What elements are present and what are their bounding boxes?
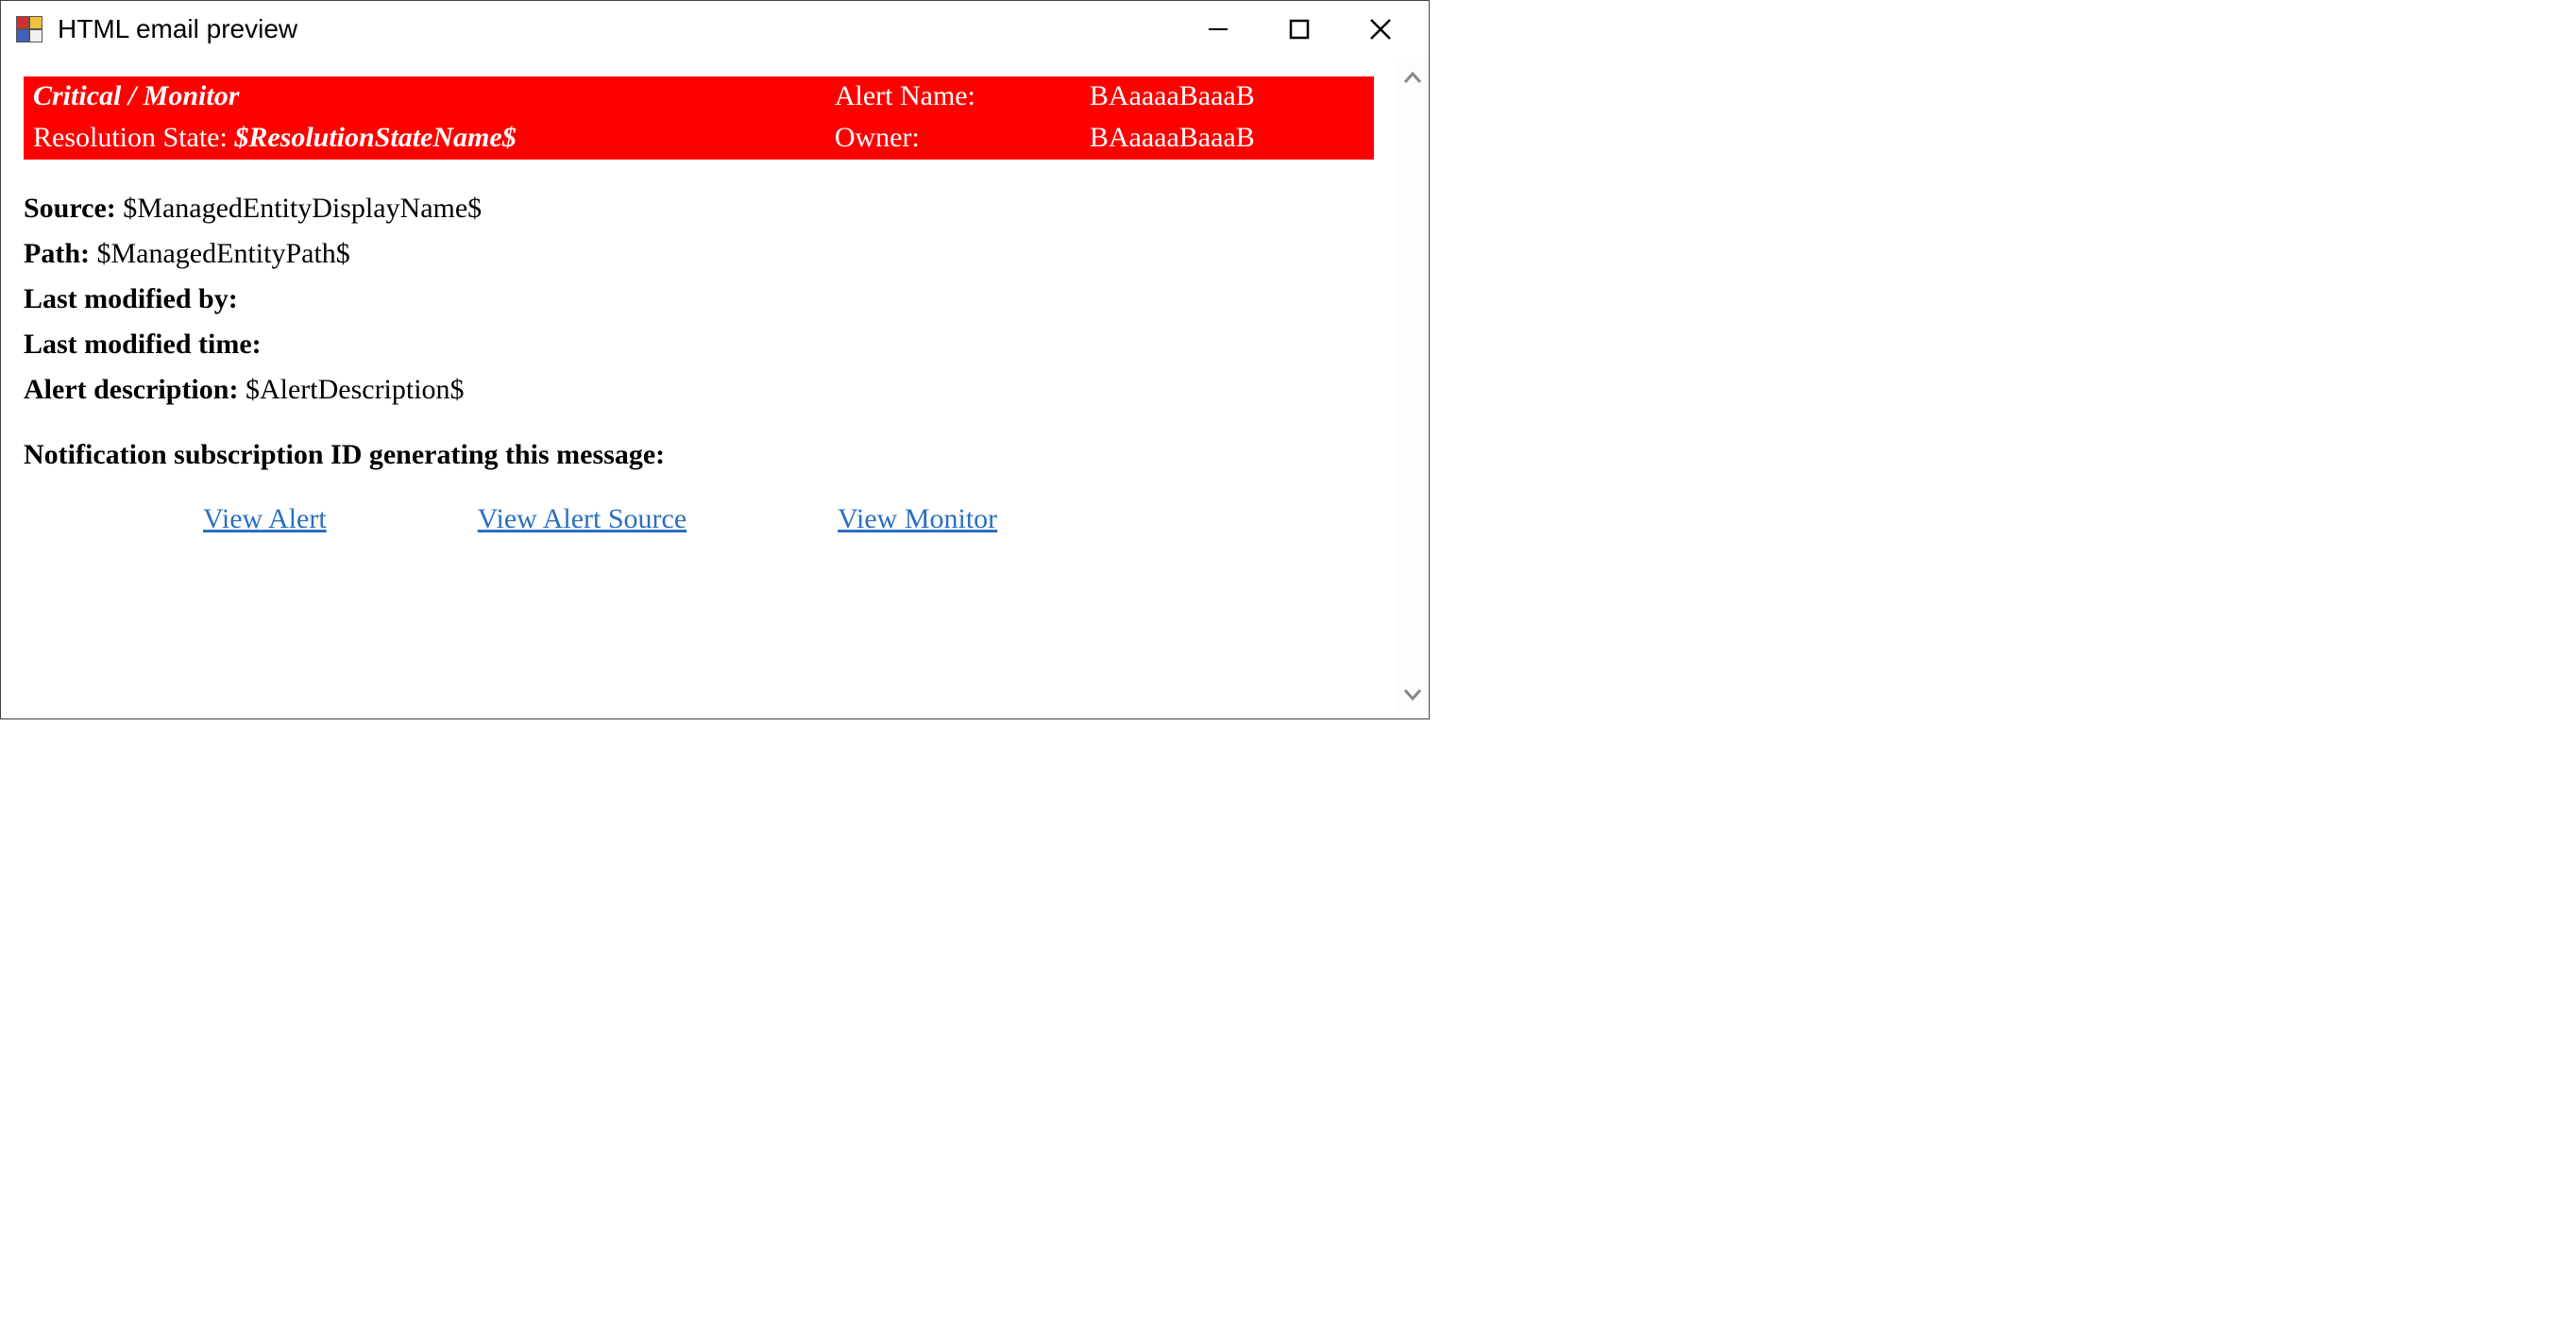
owner-value: BAaaaaBaaaB [1080,118,1374,160]
resolution-label: Resolution State: [33,122,228,153]
subscription-label: Notification subscription ID generating … [24,439,665,470]
source-value: $ManagedEntityDisplayName$ [123,193,482,224]
last-modified-time-row: Last modified time: [24,322,1374,367]
alert-details: Source: $ManagedEntityDisplayName$ Path:… [24,186,1374,413]
path-value: $ManagedEntityPath$ [97,238,350,269]
view-monitor-link[interactable]: View Monitor [838,503,997,535]
last-modified-time-label: Last modified time: [24,329,262,360]
maximize-button[interactable] [1278,8,1321,51]
alert-name-label: Alert Name: [825,76,1080,118]
client-area: Critical / Monitor Alert Name: BAaaaaBaa… [1,58,1429,718]
alert-name-value: BAaaaaBaaaB [1080,76,1374,118]
window-title: HTML email preview [58,14,1196,44]
resolution-cell: Resolution State: $ResolutionStateName$ [24,118,825,160]
path-label: Path: [24,238,90,269]
source-label: Source: [24,193,116,224]
scroll-up-icon[interactable] [1402,67,1423,93]
alert-banner: Critical / Monitor Alert Name: BAaaaaBaa… [24,76,1374,160]
window-controls [1196,8,1421,51]
last-modified-by-row: Last modified by: [24,277,1374,322]
close-button[interactable] [1359,8,1402,51]
scroll-down-icon[interactable] [1402,683,1423,709]
alert-description-label: Alert description: [24,374,238,405]
owner-label: Owner: [825,118,1080,160]
severity-cell: Critical / Monitor [24,76,825,118]
view-alert-link[interactable]: View Alert [203,503,327,535]
window-frame: HTML email preview Critical / Monitor Al… [0,0,1430,719]
action-links: View Alert View Alert Source View Monito… [24,503,1374,535]
alert-description-value: $AlertDescription$ [246,374,465,405]
app-icon [16,16,42,42]
minimize-button[interactable] [1196,8,1240,51]
resolution-value: $ResolutionStateName$ [234,122,516,153]
titlebar: HTML email preview [1,1,1429,58]
last-modified-by-label: Last modified by: [24,283,238,314]
path-row: Path: $ManagedEntityPath$ [24,231,1374,277]
subscription-row: Notification subscription ID generating … [24,439,1374,471]
vertical-scrollbar[interactable] [1397,58,1429,718]
view-alert-source-link[interactable]: View Alert Source [478,503,686,535]
source-row: Source: $ManagedEntityDisplayName$ [24,186,1374,231]
email-content: Critical / Monitor Alert Name: BAaaaaBaa… [1,58,1397,718]
alert-description-row: Alert description: $AlertDescription$ [24,367,1374,413]
